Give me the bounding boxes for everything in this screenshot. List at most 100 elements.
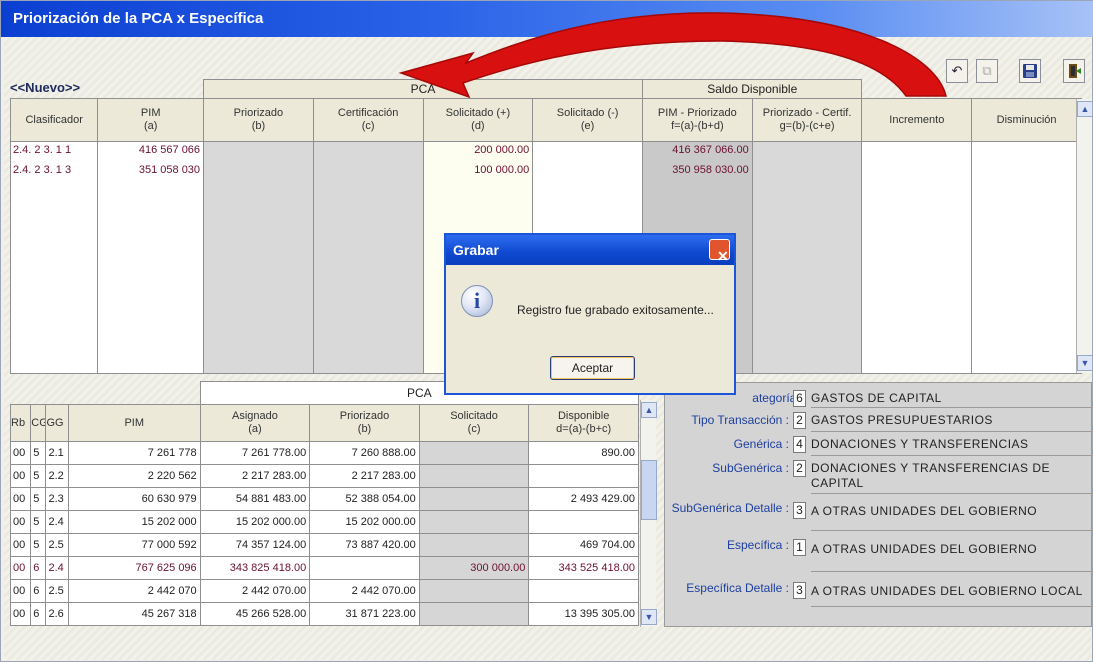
table-cell[interactable]: 00 <box>9 441 32 465</box>
table-cell[interactable]: 2.3 <box>45 487 69 511</box>
table-cell[interactable]: 6 <box>30 579 47 603</box>
table-row[interactable]: 00 6 2.6 45 267 318 45 266 528.00 31 871 223.… <box>9 602 639 626</box>
table-cell[interactable]: 2.2 <box>45 464 69 488</box>
column-header[interactable]: Asignado (a) <box>199 404 311 442</box>
table-cell[interactable] <box>309 556 420 580</box>
table-cell[interactable]: 00 <box>9 533 32 557</box>
scroll-thumb[interactable] <box>641 460 657 520</box>
column-header[interactable]: Clasificador <box>9 98 99 142</box>
table-row[interactable]: 00 6 2.4 767 625 096 343 825 418.00 300 000.0… <box>9 556 639 580</box>
column-header[interactable]: Solicitado (+) (d) <box>422 98 534 142</box>
table-cell[interactable] <box>418 533 530 557</box>
table-cell[interactable] <box>418 510 530 534</box>
table-cell[interactable] <box>528 579 639 603</box>
table-cell[interactable]: 52 388 054.00 <box>309 487 420 511</box>
table-cell[interactable]: 5 <box>30 487 47 511</box>
table-cell[interactable]: 890.00 <box>528 441 639 465</box>
scroll-up-icon[interactable]: ▲ <box>1077 101 1093 117</box>
table-cell[interactable] <box>203 141 314 374</box>
table-cell[interactable] <box>418 464 530 488</box>
table-cell[interactable]: 5 <box>30 464 47 488</box>
column-header[interactable]: GG <box>45 404 69 442</box>
table-cell[interactable] <box>418 441 530 465</box>
column-header[interactable]: Disponible d=(a)-(b+c) <box>528 404 639 442</box>
column-header[interactable]: Priorizado - Certif. g=(b)-(c+e) <box>751 98 863 142</box>
table-cell[interactable]: 73 887 420.00 <box>309 533 420 557</box>
column-header[interactable]: Certificación (c) <box>312 98 424 142</box>
column-header[interactable]: PIM - Priorizado f=(a)-(b+d) <box>641 98 753 142</box>
column-header[interactable]: Priorizado (b) <box>309 404 420 442</box>
categoria-code[interactable]: 6 <box>793 390 806 407</box>
table-cell[interactable]: 5 <box>30 510 47 534</box>
table-cell[interactable]: 2 493 429.00 <box>528 487 639 511</box>
table-cell[interactable]: 00 <box>9 487 32 511</box>
table-cell[interactable]: 31 871 223.00 <box>309 602 420 626</box>
column-header[interactable]: PIM (a) <box>97 98 205 142</box>
table-cell[interactable] <box>312 141 424 374</box>
table-cell[interactable]: 13 395 305.00 <box>528 602 639 626</box>
table-cell[interactable]: 15 202 000.00 <box>199 510 311 534</box>
close-button[interactable]: ✕ <box>709 239 730 264</box>
column-header[interactable]: Incremento <box>861 98 973 142</box>
table-cell[interactable]: 2 217 283.00 <box>309 464 420 488</box>
table-cell[interactable] <box>751 141 863 374</box>
table-cell[interactable]: 00 <box>9 510 32 534</box>
table-cell[interactable]: 343 825 418.00 <box>199 556 311 580</box>
table-cell[interactable] <box>418 579 530 603</box>
table-cell[interactable]: 2.1 <box>45 441 69 465</box>
table-row[interactable]: 00 5 2.1 7 261 778 7 261 778.00 7 260 888.00 8… <box>9 441 639 465</box>
table-cell[interactable]: 74 357 124.00 <box>199 533 311 557</box>
table-cell[interactable]: 2.6 <box>45 602 69 626</box>
table-cell[interactable]: 2.4. 2 3. 1 1 2.4. 2 3. 1 3 <box>9 141 99 374</box>
table-cell[interactable]: 7 260 888.00 <box>309 441 420 465</box>
column-header[interactable]: Solicitado (-) (e) <box>532 98 643 142</box>
table-cell[interactable]: 00 <box>9 556 32 580</box>
table-cell[interactable]: 2 442 070 <box>67 579 201 603</box>
table-cell[interactable]: 5 <box>30 533 47 557</box>
scroll-up-icon[interactable]: ▲ <box>641 402 657 418</box>
table-row[interactable]: 00 5 2.5 77 000 592 74 357 124.00 73 887 420.… <box>9 533 639 557</box>
table-row[interactable]: 00 5 2.3 60 630 979 54 881 483.00 52 388 054.… <box>9 487 639 511</box>
table-cell[interactable]: 00 <box>9 579 32 603</box>
table-cell[interactable] <box>971 141 1082 374</box>
table-cell[interactable]: 2.5 <box>45 533 69 557</box>
table-cell[interactable]: 2 442 070.00 <box>309 579 420 603</box>
column-header[interactable]: PIM <box>67 404 201 442</box>
table-cell[interactable]: 416 567 066 351 058 030 <box>97 141 205 374</box>
table-cell[interactable] <box>861 141 973 374</box>
table-cell[interactable]: 767 625 096 <box>67 556 201 580</box>
table-cell[interactable]: 00 <box>9 464 32 488</box>
table-row[interactable]: 00 5 2.4 15 202 000 15 202 000.00 15 202 000.… <box>9 510 639 534</box>
table-cell[interactable]: 2.5 <box>45 579 69 603</box>
table-cell[interactable]: 343 525 418.00 <box>528 556 639 580</box>
column-header[interactable]: CG <box>30 404 47 442</box>
table-cell[interactable]: 6 <box>30 556 47 580</box>
bottom-table-scrollbar[interactable]: ▲ ▼ <box>640 400 657 627</box>
table-row[interactable]: 00 6 2.5 2 442 070 2 442 070.00 2 442 070.00 <box>9 579 639 603</box>
table-cell[interactable] <box>418 487 530 511</box>
column-header[interactable]: Priorizado (b) <box>203 98 314 142</box>
table-cell[interactable]: 00 <box>9 602 32 626</box>
table-row[interactable]: 00 5 2.2 2 220 562 2 217 283.00 2 217 283.00 <box>9 464 639 488</box>
table-cell[interactable]: 469 704.00 <box>528 533 639 557</box>
aceptar-button[interactable]: Aceptar <box>550 356 635 380</box>
table-cell[interactable] <box>528 510 639 534</box>
especifica-detalle-code[interactable]: 3 <box>793 582 806 599</box>
table-cell[interactable]: 45 266 528.00 <box>199 602 311 626</box>
subgenerica-detalle-code[interactable]: 3 <box>793 502 806 519</box>
table-cell[interactable]: 2.4 <box>45 556 69 580</box>
top-table-scrollbar[interactable]: ▲ ▼ <box>1076 99 1093 373</box>
table-cell[interactable]: 6 <box>30 602 47 626</box>
table-cell[interactable] <box>418 602 530 626</box>
scroll-down-icon[interactable]: ▼ <box>641 609 657 625</box>
column-header[interactable]: Rb <box>9 404 32 442</box>
table-cell[interactable]: 15 202 000 <box>67 510 201 534</box>
tipo-transaccion-code[interactable]: 2 <box>793 412 806 429</box>
table-cell[interactable] <box>528 464 639 488</box>
table-cell[interactable]: 15 202 000.00 <box>309 510 420 534</box>
table-cell[interactable]: 5 <box>30 441 47 465</box>
table-cell[interactable]: 54 881 483.00 <box>199 487 311 511</box>
table-cell[interactable]: 60 630 979 <box>67 487 201 511</box>
column-header[interactable]: Solicitado (c) <box>418 404 530 442</box>
table-cell[interactable]: 45 267 318 <box>67 602 201 626</box>
